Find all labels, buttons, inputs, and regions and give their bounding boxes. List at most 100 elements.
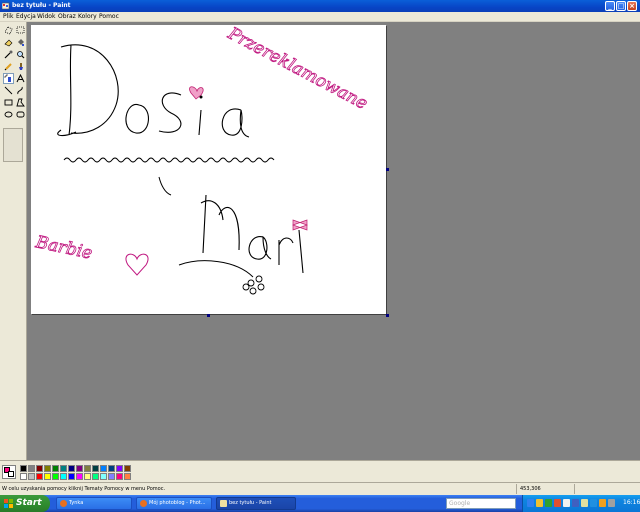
tool-text[interactable] bbox=[15, 73, 26, 84]
eraser-icon bbox=[4, 39, 13, 47]
tray-icon[interactable] bbox=[572, 499, 579, 507]
minimize-button[interactable]: _ bbox=[605, 1, 615, 11]
tool-rectangle[interactable] bbox=[3, 97, 14, 108]
menu-edycja[interactable]: Edycja bbox=[16, 13, 36, 21]
tray-icon[interactable] bbox=[563, 499, 570, 507]
close-button[interactable]: × bbox=[627, 1, 637, 11]
magnifier-icon bbox=[17, 51, 25, 59]
palette-color-swatch[interactable] bbox=[116, 465, 123, 472]
tool-brush[interactable] bbox=[15, 61, 26, 72]
resize-handle-bottom[interactable] bbox=[207, 314, 210, 317]
paint-icon bbox=[220, 500, 227, 507]
palette-color-swatch[interactable] bbox=[36, 473, 43, 480]
palette-color-swatch[interactable] bbox=[52, 465, 59, 472]
palette-color-swatch[interactable] bbox=[60, 473, 67, 480]
tray-icon[interactable] bbox=[554, 499, 561, 507]
tool-eraser[interactable] bbox=[3, 37, 14, 48]
clock: 16:16 bbox=[623, 499, 640, 506]
system-tray: 16:16 bbox=[522, 495, 640, 512]
drawing-heart-barbie bbox=[125, 253, 149, 276]
palette-color-swatch[interactable] bbox=[28, 465, 35, 472]
palette-color-swatch[interactable] bbox=[92, 465, 99, 472]
tool-airbrush[interactable] bbox=[3, 73, 14, 84]
tool-ellipse[interactable] bbox=[3, 109, 14, 120]
google-search-input[interactable]: Google bbox=[446, 498, 516, 509]
drawing-letter-a bbox=[221, 108, 250, 138]
select-icon bbox=[16, 26, 25, 34]
task-label: Tynka bbox=[69, 500, 84, 506]
tool-pencil[interactable] bbox=[3, 61, 14, 72]
palette-color-swatch[interactable] bbox=[124, 473, 131, 480]
palette-color-swatch[interactable] bbox=[76, 465, 83, 472]
palette-color-swatch[interactable] bbox=[124, 465, 131, 472]
rectangle-icon bbox=[4, 99, 13, 106]
menu-pomoc[interactable]: Pomoc bbox=[99, 13, 119, 21]
menu-obraz[interactable]: Obraz bbox=[58, 13, 76, 21]
volume-icon[interactable] bbox=[608, 499, 615, 507]
resize-handle-corner[interactable] bbox=[386, 314, 389, 317]
brush-icon bbox=[19, 63, 23, 70]
palette-color-swatch[interactable] bbox=[20, 473, 27, 480]
menu-plik[interactable]: Plik bbox=[3, 13, 13, 21]
taskbar-item-photoblog[interactable]: Mój photoblog - Phot... bbox=[136, 497, 212, 510]
tool-curve[interactable] bbox=[15, 85, 26, 96]
palette-color-swatch[interactable] bbox=[36, 465, 43, 472]
palette-color-swatch[interactable] bbox=[108, 465, 115, 472]
palette-color-swatch[interactable] bbox=[44, 465, 51, 472]
tool-free-select[interactable] bbox=[3, 25, 14, 36]
tray-icon[interactable] bbox=[536, 499, 543, 507]
title-bar[interactable]: bez tytułu - Paint _ □ × bbox=[0, 0, 640, 12]
resize-handle-right[interactable] bbox=[386, 168, 389, 171]
palette-color-swatch[interactable] bbox=[92, 473, 99, 480]
palette-color-swatch[interactable] bbox=[28, 473, 35, 480]
ellipse-icon bbox=[4, 111, 13, 118]
palette-color-swatch[interactable] bbox=[52, 473, 59, 480]
status-separator bbox=[574, 484, 575, 494]
tool-select[interactable] bbox=[15, 25, 26, 36]
taskbar-item-paint[interactable]: bez tytułu - Paint bbox=[216, 497, 296, 510]
tool-fill[interactable] bbox=[15, 37, 26, 48]
palette-color-swatch[interactable] bbox=[44, 473, 51, 480]
drawing-canvas[interactable]: Przereklamowane Barbie bbox=[31, 25, 389, 317]
tool-polygon[interactable] bbox=[15, 97, 26, 108]
curve-icon bbox=[17, 86, 23, 95]
drawing-flower-stem bbox=[178, 260, 254, 278]
palette-color-swatch[interactable] bbox=[84, 465, 91, 472]
status-bar: W celu uzyskania pomocy kliknij Tematy P… bbox=[0, 482, 640, 495]
maximize-button[interactable]: □ bbox=[616, 1, 626, 11]
status-help-text: W celu uzyskania pomocy kliknij Tematy P… bbox=[2, 486, 166, 492]
tool-color-picker[interactable] bbox=[3, 49, 14, 60]
current-colors[interactable] bbox=[2, 465, 16, 479]
task-label: bez tytułu - Paint bbox=[229, 500, 272, 506]
tool-rounded-rectangle[interactable] bbox=[15, 109, 26, 120]
tray-icon[interactable] bbox=[590, 499, 597, 507]
tray-icon[interactable] bbox=[599, 499, 606, 507]
window-title: bez tytułu - Paint bbox=[12, 2, 71, 9]
pencil-icon bbox=[4, 63, 12, 71]
taskbar-item-tynka[interactable]: Tynka bbox=[56, 497, 132, 510]
palette-color-swatch[interactable] bbox=[68, 473, 75, 480]
palette-color-swatch[interactable] bbox=[100, 473, 107, 480]
palette-color-swatch[interactable] bbox=[20, 465, 27, 472]
rounded-rectangle-icon bbox=[16, 111, 25, 118]
palette-color-swatch[interactable] bbox=[108, 473, 115, 480]
free-select-icon bbox=[4, 26, 13, 35]
menu-kolory[interactable]: Kolory bbox=[78, 13, 97, 21]
menu-widok[interactable]: Widok bbox=[37, 13, 55, 21]
tray-icon[interactable] bbox=[527, 499, 534, 507]
tool-line[interactable] bbox=[3, 85, 14, 96]
tool-magnifier[interactable] bbox=[15, 49, 26, 60]
palette-color-swatch[interactable] bbox=[116, 473, 123, 480]
start-label: Start bbox=[16, 498, 42, 508]
tray-icon[interactable] bbox=[545, 499, 552, 507]
palette-color-swatch[interactable] bbox=[60, 465, 67, 472]
tool-options-panel[interactable] bbox=[3, 128, 23, 162]
palette-color-swatch[interactable] bbox=[84, 473, 91, 480]
taskbar: Start Tynka Mój photoblog - Phot... bez … bbox=[0, 495, 640, 512]
palette-color-swatch[interactable] bbox=[68, 465, 75, 472]
start-button[interactable]: Start bbox=[0, 495, 50, 512]
drawing-i-connector bbox=[158, 176, 172, 196]
tray-icon[interactable] bbox=[581, 499, 588, 507]
palette-color-swatch[interactable] bbox=[76, 473, 83, 480]
palette-color-swatch[interactable] bbox=[100, 465, 107, 472]
